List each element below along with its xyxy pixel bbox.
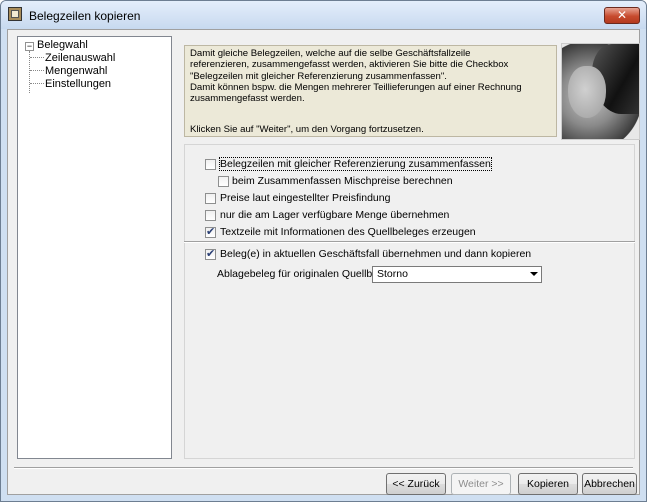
- checkbox-mischpreise[interactable]: [218, 176, 229, 187]
- checkbox-beleg-uebernehmen-label[interactable]: Beleg(e) in aktuellen Geschäftsfall über…: [220, 248, 531, 260]
- info-line: Damit gleiche Belegzeilen, welche auf di…: [190, 48, 471, 59]
- tree-connector: [30, 57, 44, 58]
- back-button[interactable]: << Zurück: [386, 473, 446, 495]
- checkbox-textzeile-label[interactable]: Textzeile mit Informationen des Quellbel…: [220, 226, 476, 238]
- support-agent-photo: [561, 43, 640, 140]
- cancel-button[interactable]: Abbrechen: [582, 473, 637, 495]
- copy-button[interactable]: Kopieren: [518, 473, 578, 495]
- info-hint: Klicken Sie auf "Weiter", um den Vorgang…: [190, 124, 424, 136]
- navigation-tree: − Belegwahl Zeilenauswahl Mengenwahl Ein…: [17, 36, 172, 459]
- checkbox-lagermenge-label[interactable]: nur die am Lager verfügbare Menge überne…: [220, 209, 449, 221]
- collapse-icon[interactable]: −: [25, 42, 34, 51]
- dialog-client-area: − Belegwahl Zeilenauswahl Mengenwahl Ein…: [7, 29, 640, 495]
- dialog-window: Belegzeilen kopieren ✕ − Belegwahl Zeile…: [0, 0, 647, 502]
- close-button[interactable]: ✕: [604, 7, 640, 24]
- info-line: referenzieren, zusammengefasst werden, a…: [190, 59, 509, 71]
- app-icon: [8, 7, 22, 21]
- title-bar[interactable]: Belegzeilen kopieren ✕: [1, 1, 646, 29]
- dropdown-arrow-icon[interactable]: [530, 272, 538, 276]
- ablagebeleg-select[interactable]: Storno: [372, 266, 542, 283]
- checkbox-zusammenfassen[interactable]: [205, 159, 216, 170]
- info-text-box: Damit gleiche Belegzeilen, welche auf di…: [184, 45, 557, 137]
- info-line: "Belegzeilen mit gleicher Referenzierung…: [190, 70, 447, 82]
- tree-connector: [30, 70, 44, 71]
- ablagebeleg-label: Ablagebeleg für originalen Quellbeleg: [217, 268, 393, 280]
- tree-item-belegwahl[interactable]: Belegwahl: [37, 39, 88, 51]
- checkbox-preisfindung-label[interactable]: Preise laut eingestellter Preisfindung: [220, 192, 390, 204]
- checkbox-zusammenfassen-label[interactable]: Belegzeilen mit gleicher Referenzierung …: [219, 157, 492, 171]
- tree-item-einstellungen[interactable]: Einstellungen: [45, 78, 111, 90]
- footer-separator: [14, 467, 633, 469]
- info-line: Damit können bspw. die Mengen mehrerer T…: [190, 81, 522, 93]
- info-line: zusammengefasst werden.: [190, 93, 305, 105]
- checkbox-textzeile[interactable]: [205, 225, 216, 238]
- checkbox-mischpreise-label[interactable]: beim Zusammenfassen Mischpreise berechne…: [232, 175, 453, 187]
- options-separator: [184, 241, 635, 243]
- checkbox-beleg-uebernehmen[interactable]: [205, 247, 216, 260]
- checkbox-lagermenge[interactable]: [205, 210, 216, 221]
- tree-item-mengenwahl[interactable]: Mengenwahl: [45, 65, 107, 77]
- tree-connector: [30, 83, 44, 84]
- next-button[interactable]: Weiter >>: [451, 473, 511, 495]
- tree-item-zeilenauswahl[interactable]: Zeilenauswahl: [45, 52, 115, 64]
- ablagebeleg-selected-value: Storno: [377, 268, 408, 280]
- window-title: Belegzeilen kopieren: [29, 9, 141, 23]
- checkbox-preisfindung[interactable]: [205, 193, 216, 204]
